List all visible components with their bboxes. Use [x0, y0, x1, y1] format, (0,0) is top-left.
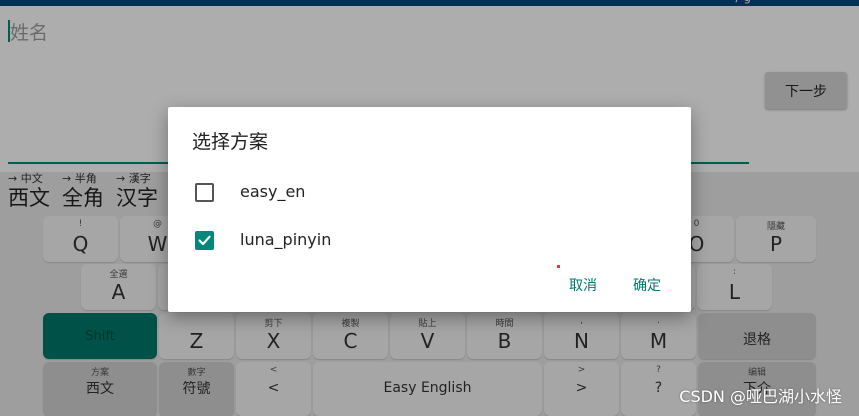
checkmark-icon [198, 235, 211, 246]
option-label: easy_en [240, 182, 306, 201]
checkbox-checked[interactable] [195, 231, 214, 250]
app-screen: / g 姓名 下一步 → 中文 西文 → 半角 全角 → 漢字 汉字 ! Q [0, 0, 859, 416]
checkbox-unchecked[interactable] [195, 183, 214, 202]
ok-button[interactable]: 确定 [633, 275, 661, 295]
watermark: CSDN @哑巴湖小水怪 [679, 387, 842, 406]
cancel-button[interactable]: 取消 [569, 275, 597, 295]
option-luna-pinyin[interactable]: luna_pinyin [168, 219, 691, 265]
touch-indicator-dot [557, 265, 560, 268]
option-label: luna_pinyin [240, 230, 332, 249]
option-easy-en[interactable]: easy_en [168, 171, 691, 217]
dialog-title: 选择方案 [192, 131, 269, 153]
select-scheme-dialog: 选择方案 easy_en luna_pinyin 取消 确定 [168, 107, 691, 312]
